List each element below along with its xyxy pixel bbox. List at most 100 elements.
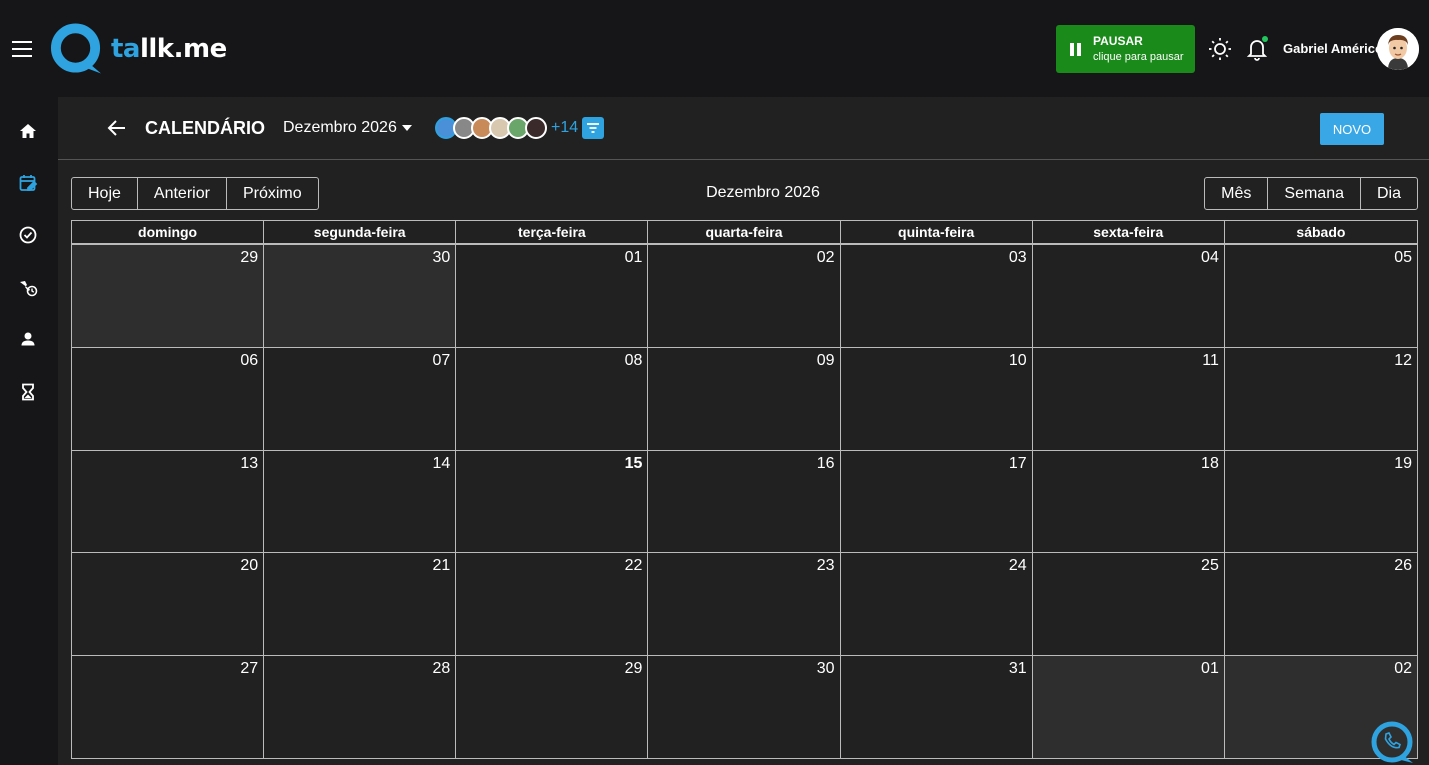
day-number[interactable]: 20 [240, 557, 258, 574]
chat-phone-icon[interactable] [1369, 719, 1415, 765]
day-number[interactable]: 11 [1202, 352, 1219, 369]
notifications-button[interactable] [1245, 36, 1269, 62]
view-button-group: Mês Semana Dia [1204, 177, 1418, 210]
day-number[interactable]: 02 [817, 249, 835, 266]
calendar-day[interactable]: 17 [841, 450, 1033, 553]
calendar-day-other-month[interactable]: 01 [1032, 656, 1225, 758]
weekday-label: segunda-feira [264, 221, 457, 243]
calendar-day[interactable]: 01 [456, 245, 649, 347]
calendar-day-today[interactable]: 15 [456, 450, 649, 553]
day-number[interactable]: 29 [240, 249, 258, 266]
calendar-day[interactable]: 21 [264, 553, 457, 656]
menu-icon[interactable] [12, 41, 32, 57]
day-number[interactable]: 12 [1394, 352, 1412, 369]
weekday-label: sábado [1296, 224, 1346, 240]
day-number[interactable]: 09 [817, 352, 835, 369]
weekday-label: terça-feira [456, 221, 649, 243]
calendar-day-other-month[interactable]: 30 [264, 245, 457, 347]
calendar-day[interactable]: 25 [1033, 553, 1225, 656]
day-number[interactable]: 10 [1009, 352, 1027, 369]
calendar-day[interactable]: 11 [1033, 347, 1225, 450]
weekday-label: quarta-feira [648, 221, 841, 243]
calendar-day[interactable]: 04 [1033, 245, 1225, 347]
calendar-day[interactable]: 03 [841, 245, 1033, 347]
calendar-day[interactable]: 22 [456, 553, 649, 656]
view-month-button[interactable]: Mês [1205, 178, 1267, 209]
day-number[interactable]: 16 [817, 455, 835, 472]
calendar-day[interactable]: 20 [72, 553, 265, 656]
new-event-button[interactable]: NOVO [1320, 113, 1384, 145]
day-number[interactable]: 25 [1201, 557, 1219, 574]
filter-button[interactable] [582, 117, 605, 139]
day-number[interactable]: 27 [240, 660, 258, 677]
day-number[interactable]: 23 [817, 557, 835, 574]
hourglass-icon[interactable] [18, 382, 38, 402]
user-icon[interactable] [18, 329, 38, 349]
pause-button[interactable]: PAUSAR clique para pausar [1056, 25, 1195, 73]
view-week-button[interactable]: Semana [1267, 178, 1360, 209]
user-name[interactable]: Gabriel Américo [1283, 41, 1383, 56]
calendar-day[interactable]: 16 [648, 450, 841, 553]
avatar[interactable] [1377, 28, 1419, 70]
day-number[interactable]: 18 [1201, 455, 1219, 472]
day-number[interactable]: 17 [1009, 455, 1027, 472]
view-day-button[interactable]: Dia [1359, 178, 1417, 209]
day-number[interactable]: 01 [625, 249, 643, 266]
day-number[interactable]: 03 [1009, 249, 1027, 266]
calendar-day[interactable]: 14 [264, 450, 457, 553]
day-number[interactable]: 28 [432, 660, 450, 677]
day-number[interactable]: 24 [1009, 557, 1027, 574]
day-number[interactable]: 07 [432, 352, 450, 369]
day-number[interactable]: 30 [817, 660, 835, 677]
calendar-day[interactable]: 31 [841, 656, 1033, 758]
sun-icon[interactable] [1208, 37, 1232, 61]
calendar-day-other-month[interactable]: 29 [72, 245, 265, 347]
day-number[interactable]: 13 [240, 455, 258, 472]
day-number[interactable]: 01 [1201, 660, 1219, 677]
calendar-day[interactable]: 18 [1033, 450, 1225, 553]
day-number[interactable]: 05 [1394, 249, 1412, 266]
day-number[interactable]: 26 [1394, 557, 1412, 574]
day-number[interactable]: 06 [240, 352, 258, 369]
day-number[interactable]: 22 [625, 557, 643, 574]
day-number[interactable]: 02 [1394, 660, 1412, 677]
calendar-day[interactable]: 23 [648, 553, 841, 656]
sidebar [0, 97, 58, 765]
day-number[interactable]: 29 [625, 660, 643, 677]
phone-clock-icon[interactable] [18, 278, 38, 298]
calendar-day[interactable]: 24 [841, 553, 1033, 656]
participants-filter[interactable]: +14 [435, 117, 605, 139]
day-number[interactable]: 04 [1201, 249, 1219, 266]
calendar-day[interactable]: 12 [1225, 348, 1417, 450]
calendar-day[interactable]: 13 [72, 450, 265, 553]
calendar-day[interactable]: 19 [1225, 451, 1417, 553]
check-circle-icon[interactable] [18, 225, 38, 245]
page-title: CALENDÁRIO [145, 118, 265, 138]
calendar-day[interactable]: 10 [841, 347, 1033, 450]
day-number[interactable]: 21 [432, 557, 450, 574]
calendar-day[interactable]: 09 [648, 347, 841, 450]
calendar-day[interactable]: 08 [456, 347, 649, 450]
back-arrow-icon[interactable] [107, 119, 127, 137]
home-icon[interactable] [18, 121, 38, 141]
day-number[interactable]: 14 [432, 455, 450, 472]
calendar-day[interactable]: 28 [264, 656, 457, 758]
calendar-day[interactable]: 05 [1225, 245, 1417, 347]
calendar-day[interactable]: 02 [648, 245, 841, 347]
month-select[interactable]: Dezembro 2026 [283, 119, 412, 137]
calendar-day[interactable]: 27 [72, 656, 265, 758]
participant-avatar[interactable] [525, 117, 547, 139]
participants-count[interactable]: +14 [551, 119, 578, 137]
day-number[interactable]: 15 [625, 455, 643, 472]
day-number[interactable]: 08 [625, 352, 643, 369]
day-number[interactable]: 30 [432, 249, 450, 266]
calendar-day[interactable]: 29 [456, 656, 649, 758]
calendar-day[interactable]: 06 [72, 347, 265, 450]
calendar-day[interactable]: 07 [264, 347, 457, 450]
calendar-edit-icon[interactable] [18, 173, 38, 193]
day-number[interactable]: 19 [1394, 455, 1412, 472]
calendar-day[interactable]: 30 [648, 656, 841, 758]
day-number[interactable]: 31 [1009, 660, 1027, 677]
calendar-day[interactable]: 26 [1225, 553, 1417, 655]
logo[interactable]: tallk.me [50, 22, 227, 76]
